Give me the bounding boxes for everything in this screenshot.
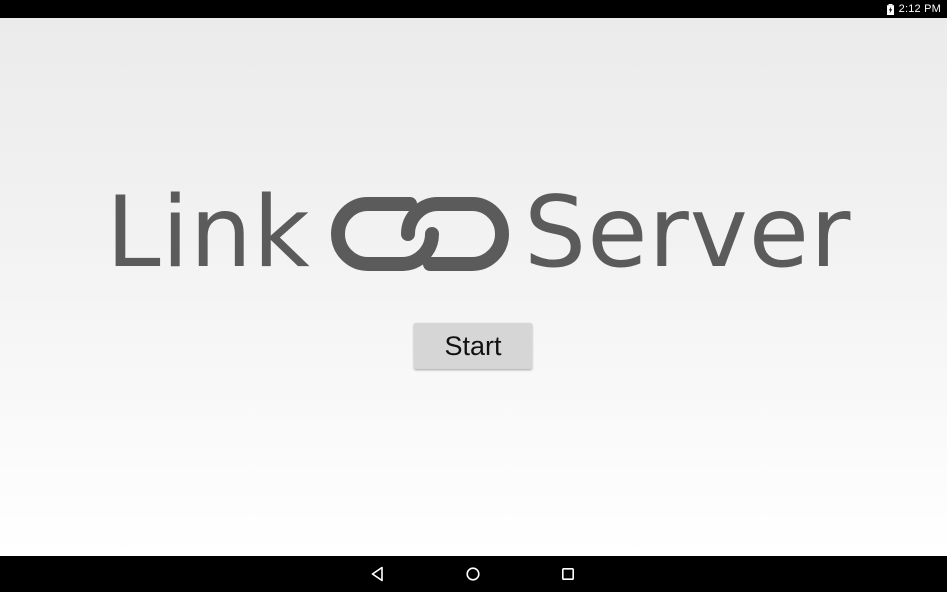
chain-link-icon [330, 196, 510, 272]
status-clock: 2:12 PM [898, 3, 941, 15]
logo-word-link: Link [106, 176, 311, 290]
home-circle-icon[interactable] [463, 564, 483, 584]
logo-word-server: Server [524, 176, 852, 290]
device-screen: 2:12 PM Link Server Start [0, 0, 947, 592]
status-bar: 2:12 PM [0, 0, 947, 18]
recents-square-icon[interactable] [558, 564, 578, 584]
link-server-logo: Link Server [106, 176, 850, 290]
navigation-bar [0, 556, 947, 592]
battery-charging-icon [886, 3, 894, 15]
start-button[interactable]: Start [414, 323, 532, 369]
back-triangle-icon[interactable] [368, 564, 388, 584]
app-content: Link Server Start [0, 18, 947, 556]
